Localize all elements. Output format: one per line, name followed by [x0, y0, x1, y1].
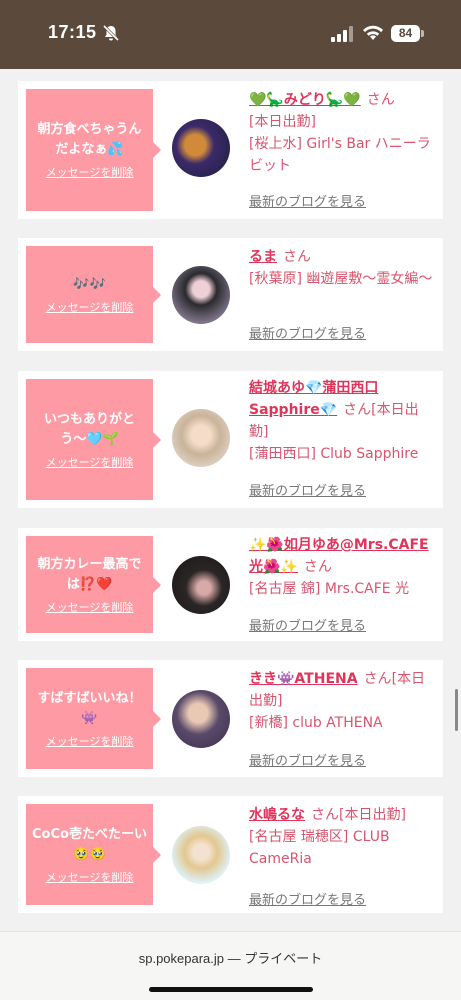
message-bubble: 朝方カレー最高では⁉️❤️ メッセージを削除 [26, 536, 161, 633]
delete-message-link[interactable]: メッセージを削除 [46, 599, 134, 615]
list-item: 朝方カレー最高では⁉️❤️ メッセージを削除 ✨🌺如月ゆあ@Mrs.CAFE光🌺… [18, 528, 443, 641]
list-item: 朝方食べちゃうんだよなぁ💦 メッセージを削除 💚🦕みどり🦕💚 さん [本日出勤] … [18, 81, 443, 219]
message-text: すばすばいいね！👾 [37, 690, 142, 726]
avatar[interactable] [172, 409, 230, 467]
message-text: 朝方食べちゃうんだよなぁ💦 [37, 122, 142, 157]
shop-name: [新橋] club ATHENA [249, 715, 383, 731]
avatar[interactable] [172, 556, 230, 614]
avatar[interactable] [172, 119, 230, 177]
message-bubble: CoCo壱たべたーい🥹🥹 メッセージを削除 [26, 804, 161, 905]
shop-name: [名古屋 瑞穂区] CLUB CameRia [249, 829, 390, 867]
cast-info: 結城あゆ💎蒲田西口Sapphire💎 さん[本日出勤] [蒲田西口] Club S… [249, 377, 437, 507]
message-text: いつもありがとう〜🩵🌱 [43, 411, 135, 447]
bell-muted-icon [102, 24, 120, 42]
blog-link[interactable]: 最新のブログを見る [249, 890, 366, 912]
message-text: CoCo壱たべたーい🥹🥹 [32, 826, 147, 862]
clock: 17:15 [48, 22, 97, 42]
delete-message-link[interactable]: メッセージを削除 [46, 164, 134, 180]
cast-name-link[interactable]: 💚🦕みどり🦕💚 [249, 92, 361, 108]
delete-message-link[interactable]: メッセージを削除 [46, 869, 134, 885]
avatar[interactable] [172, 690, 230, 748]
blog-link[interactable]: 最新のブログを見る [249, 481, 366, 503]
message-bubble: 朝方食べちゃうんだよなぁ💦 メッセージを削除 [26, 89, 161, 211]
attendance-label: [本日出勤] [339, 807, 406, 823]
shop-name: [桜上水] Girl's Bar ハニーラビット [249, 136, 431, 174]
blog-link[interactable]: 最新のブログを見る [249, 324, 366, 346]
message-bubble: 🎶🎶 メッセージを削除 [26, 246, 161, 343]
cast-name-link[interactable]: るま [249, 249, 277, 265]
battery-level: 84 [391, 25, 420, 42]
cellular-signal-icon [331, 26, 353, 42]
cast-name-link[interactable]: きき👾ATHENA [249, 671, 358, 687]
list-item: いつもありがとう〜🩵🌱 メッセージを削除 結城あゆ💎蒲田西口Sapphire💎 さ… [18, 371, 443, 508]
message-text: 朝方カレー最高では⁉️❤️ [37, 556, 142, 592]
cast-info: るま さん [秋葉原] 幽遊屋敷〜霊女編〜 最新のブログを見る [249, 246, 437, 346]
shop-name: [蒲田西口] Club Sapphire [249, 446, 419, 462]
browser-address-bar[interactable]: sp.pokepara.jp — プライベート [0, 931, 461, 1000]
avatar[interactable] [172, 826, 230, 884]
cast-info: 水嶋るな さん[本日出勤] [名古屋 瑞穂区] CLUB CameRia 最新のブ… [249, 804, 437, 908]
message-list[interactable]: 朝方食べちゃうんだよなぁ💦 メッセージを削除 💚🦕みどり🦕💚 さん [本日出勤] … [0, 69, 461, 931]
delete-message-link[interactable]: メッセージを削除 [46, 299, 134, 315]
message-text: 🎶🎶 [73, 276, 106, 292]
url-text[interactable]: sp.pokepara.jp — プライベート [0, 948, 461, 967]
cast-info: 💚🦕みどり🦕💚 さん [本日出勤] [桜上水] Girl's Bar ハニーラビッ… [249, 89, 437, 219]
cast-name-link[interactable]: ✨🌺如月ゆあ@Mrs.CAFE光🌺✨ [249, 537, 429, 575]
home-indicator[interactable] [149, 987, 313, 992]
delete-message-link[interactable]: メッセージを削除 [46, 733, 134, 749]
cast-info: きき👾ATHENA さん[本日出勤] [新橋] club ATHENA 最新のブロ… [249, 668, 437, 772]
shop-name: [名古屋 錦] Mrs.CAFE 光 [249, 581, 410, 597]
cast-info: ✨🌺如月ゆあ@Mrs.CAFE光🌺✨ さん [名古屋 錦] Mrs.CAFE 光 … [249, 534, 437, 638]
list-item: すばすばいいね！👾 メッセージを削除 きき👾ATHENA さん[本日出勤] [新橋… [18, 660, 443, 777]
shop-name: [秋葉原] 幽遊屋敷〜霊女編〜 [249, 271, 433, 287]
message-bubble: いつもありがとう〜🩵🌱 メッセージを削除 [26, 379, 161, 500]
list-item: CoCo壱たべたーい🥹🥹 メッセージを削除 水嶋るな さん[本日出勤] [名古屋 … [18, 796, 443, 913]
blog-link[interactable]: 最新のブログを見る [249, 751, 366, 773]
list-item: 🎶🎶 メッセージを削除 るま さん [秋葉原] 幽遊屋敷〜霊女編〜 最新のブログを… [18, 238, 443, 351]
message-bubble: すばすばいいね！👾 メッセージを削除 [26, 668, 161, 769]
wifi-icon [363, 25, 383, 40]
battery-icon: 84 [391, 25, 425, 42]
avatar[interactable] [172, 266, 230, 324]
cast-name-link[interactable]: 水嶋るな [249, 807, 305, 823]
blog-link[interactable]: 最新のブログを見る [249, 616, 366, 638]
attendance-label: [本日出勤] [249, 114, 316, 130]
delete-message-link[interactable]: メッセージを削除 [46, 454, 134, 470]
blog-link[interactable]: 最新のブログを見る [249, 192, 366, 214]
status-bar: 17:15 84 [0, 0, 461, 69]
scrollbar[interactable] [455, 689, 458, 731]
